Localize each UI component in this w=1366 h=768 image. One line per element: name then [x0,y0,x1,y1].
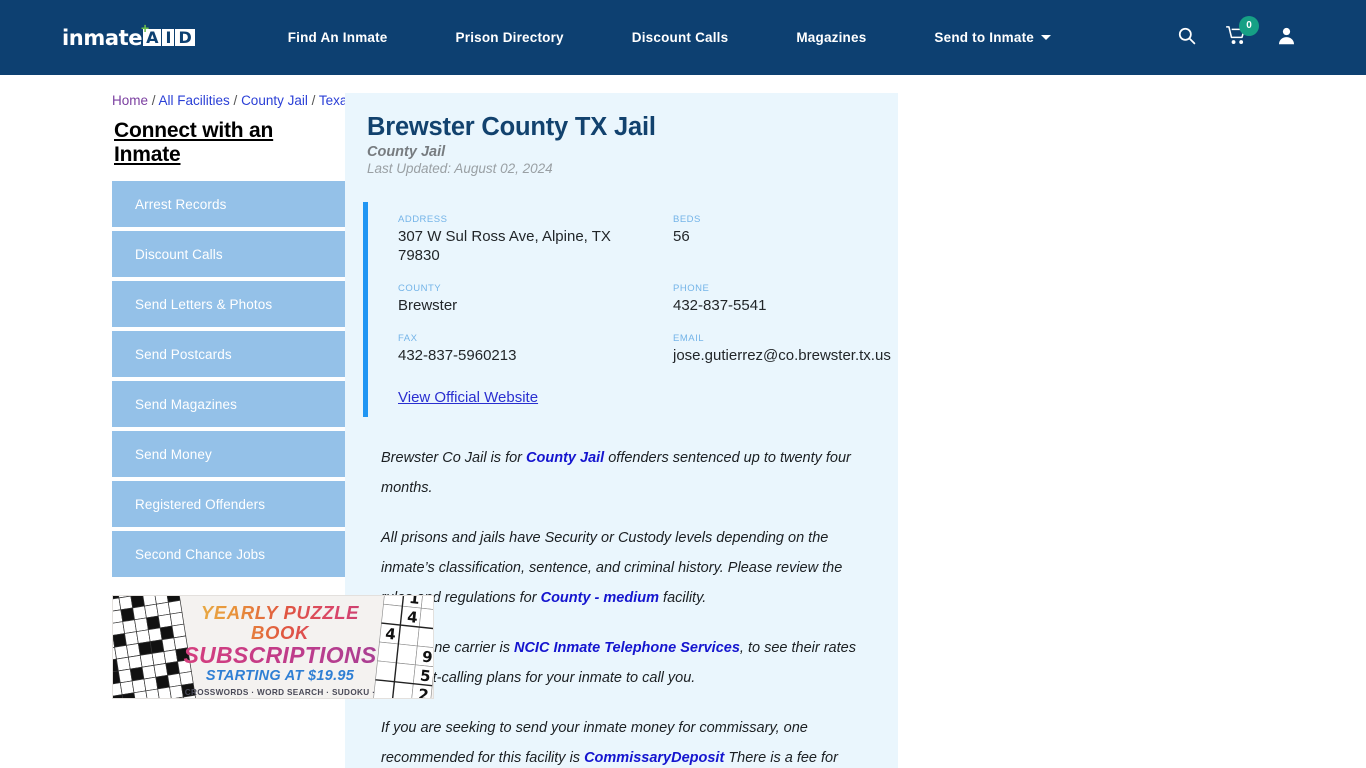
user-icon[interactable] [1277,26,1296,50]
logo-wordmark: inmate [62,25,143,50]
breadcrumb-item-all-facilities[interactable]: All Facilities [159,93,230,108]
description-paragraph: Brewster Co Jail is for County Jail offe… [381,450,851,496]
official-website-row: View Official Website [398,389,891,407]
facility-info-block: ADDRESS 307 W Sul Ross Ave, Alpine, TX 7… [363,202,891,417]
nav-magazines[interactable]: Magazines [762,30,900,45]
logo-box-i: I [162,29,175,46]
inline-link[interactable]: County Jail [526,450,604,466]
info-label: EMAIL [673,333,705,344]
svg-text:4: 4 [406,608,418,627]
site-logo[interactable]: inmate + A I D [62,19,196,52]
info-field-beds: BEDS 56 [673,214,891,265]
page-body: Home / All Facilities / County Jail / Te… [0,75,1366,768]
info-label: PHONE [673,283,710,294]
info-label: FAX [398,333,418,344]
info-label: COUNTY [398,283,442,294]
info-value: jose.gutierrez@co.brewster.tx.us [673,347,891,364]
logo-box-d: D [175,29,195,46]
breadcrumb-item-home[interactable]: Home [112,93,148,108]
nav-send-to-inmate[interactable]: Send to Inmate [900,30,1085,45]
info-value: 307 W Sul Ross Ave, Alpine, TX 79830 [398,228,611,264]
facility-description: Brewster Co Jail is for County Jail offe… [363,443,882,768]
inline-link[interactable]: CommissaryDeposit [584,750,724,766]
search-icon[interactable] [1177,26,1196,50]
puzzle-book-ad-banner[interactable]: 1 4 4 9 5 2 YEARLY PUZZLE BOOK SUBSCRIPT… [112,595,434,699]
description-paragraph: The phone carrier is NCIC Inmate Telepho… [381,640,856,686]
nav-discount-calls[interactable]: Discount Calls [598,30,763,45]
info-value: Brewster [398,297,458,314]
breadcrumb-item-county-jail[interactable]: County Jail [241,93,308,108]
info-field-county: COUNTY Brewster [398,283,673,315]
info-field-phone: PHONE 432-837-5541 [673,283,891,315]
info-label: ADDRESS [398,214,448,225]
header-icon-group: 0 [1177,15,1296,50]
info-field-email: EMAIL jose.gutierrez@co.brewster.tx.us [673,333,891,365]
logo-aid-boxes: A I D [143,29,196,46]
info-value: 432-837-5541 [673,297,767,314]
sidebar-title: Connect with an Inmate [114,119,274,166]
svg-text:1: 1 [408,595,420,608]
ad-price-text: STARTING AT $19.95 [205,668,355,684]
ad-headline: YEARLY PUZZLE BOOK [179,603,381,643]
info-label: BEDS [673,214,701,225]
info-field-address: ADDRESS 307 W Sul Ross Ave, Alpine, TX 7… [398,214,673,265]
svg-text:4: 4 [384,625,396,644]
svg-text:9: 9 [421,648,433,667]
right-column: Brewster County TX Jail County Jail Last… [345,75,1366,768]
info-field-fax: FAX 432-837-5960213 [398,333,673,365]
cart-count-badge: 0 [1239,15,1259,36]
main-navigation: Find An Inmate Prison Directory Discount… [254,30,1085,45]
sidebar-menu: Arrest Records Discount Calls Send Lette… [112,181,435,577]
info-value: 56 [673,228,690,245]
ad-subheadline: SUBSCRIPTIONS [179,643,381,667]
description-paragraph: All prisons and jails have Security or C… [381,530,843,606]
logo-plus-icon: + [141,19,150,36]
inline-link[interactable]: County - medium [541,590,659,606]
info-value: 432-837-5960213 [398,347,517,364]
ad-categories-text: CROSSWORDS · WORD SEARCH · SUDOKU · BRAI… [184,688,376,698]
page-title: Brewster County TX Jail [367,113,656,141]
facility-type: County Jail [367,144,446,160]
site-header: inmate + A I D Find An Inmate Prison Dir… [0,0,1366,75]
svg-text:2: 2 [417,685,429,699]
nav-find-an-inmate[interactable]: Find An Inmate [254,30,422,45]
cart-icon[interactable]: 0 [1226,15,1259,50]
breadcrumb: Home / All Facilities / County Jail / Te… [112,93,355,108]
nav-prison-directory[interactable]: Prison Directory [422,30,598,45]
left-column: Home / All Facilities / County Jail / Te… [0,75,435,768]
inline-link[interactable]: NCIC Inmate Telephone Services [514,640,740,656]
svg-text:5: 5 [419,666,431,685]
ad-text-block: YEARLY PUZZLE BOOK SUBSCRIPTIONS STARTIN… [179,603,381,699]
last-updated-text: Last Updated: August 02, 2024 [367,161,553,176]
view-official-website-link[interactable]: View Official Website [398,389,538,406]
description-paragraph: If you are seeking to send your inmate m… [381,720,838,766]
